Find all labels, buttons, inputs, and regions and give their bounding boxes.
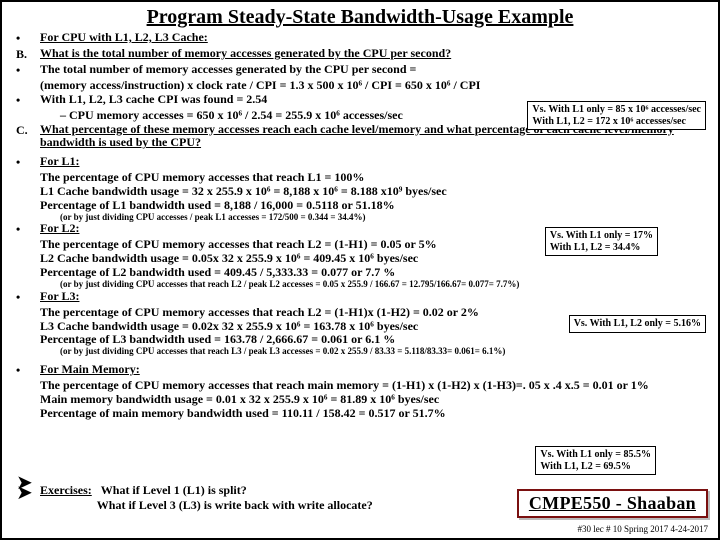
row-l3: • For L3: <box>12 290 708 305</box>
vs-l1-l2-only-pct: Vs. With L1, L2 only = 5.16% <box>574 318 701 330</box>
exercises-block: Exercises: What if Level 1 (L1) is split… <box>40 483 373 512</box>
l1-heading: For L1: <box>40 155 708 169</box>
label-b: B. <box>12 47 40 62</box>
l1-bandwidth: L1 Cache bandwidth usage = 32 x 255.9 x … <box>40 185 708 199</box>
l1-alt-calc: (or by just dividing CPU accesses / peak… <box>60 213 708 223</box>
slide-meta: #30 lec # 10 Spring 2017 4-24-2017 <box>578 524 709 534</box>
l3-alt-calc: (or by just dividing CPU accesses that r… <box>60 347 708 357</box>
l2-bandwidth-pct: Percentage of L2 bandwidth used = 409.45… <box>40 266 708 280</box>
main-memory-heading: For Main Memory: <box>40 363 708 377</box>
vs-mm-l1-only: Vs. With L1 only = 85.5% <box>540 449 651 461</box>
row-total-accesses: • The total number of memory accesses ge… <box>12 63 708 78</box>
vs-mm-l1-l2: With L1, L2 = 69.5% <box>540 461 651 473</box>
row-l1: • For L1: <box>12 155 708 170</box>
cpu-cache-heading: For CPU with L1, L2, L3 Cache: <box>40 31 708 45</box>
bullet: • <box>12 31 40 46</box>
l3-bandwidth-pct: Percentage of L3 bandwidth used = 163.78… <box>40 333 708 347</box>
vs-box-mm-pct: Vs. With L1 only = 85.5% With L1, L2 = 6… <box>535 446 656 475</box>
l1-percent: The percentage of CPU memory accesses th… <box>40 171 708 185</box>
main-memory-bandwidth-pct: Percentage of main memory bandwidth used… <box>40 407 708 421</box>
question-b-text: What is the total number of memory acces… <box>40 47 708 61</box>
bullet: • <box>12 93 40 108</box>
l1-bandwidth-pct: Percentage of L1 bandwidth used = 8,188 … <box>40 199 708 213</box>
row-main-memory: • For Main Memory: <box>12 363 708 378</box>
total-accesses-formula: (memory access/instruction) x clock rate… <box>40 79 708 93</box>
exercises-label: Exercises: <box>40 483 92 497</box>
vs-l1-l2-pct: With L1, L2 = 34.4% <box>550 242 653 254</box>
exercise-2: What if Level 3 (L3) is write back with … <box>97 498 373 512</box>
main-memory-percent: The percentage of CPU memory accesses th… <box>40 379 708 393</box>
vs-l1-l2-accesses: With L1, L2 = 172 x 10⁶ accesses/sec <box>532 116 701 128</box>
label-c: C. <box>12 123 40 138</box>
exercise-1: What if Level 1 (L1) is split? <box>101 483 247 497</box>
course-brand: CMPE550 - Shaaban <box>517 489 708 518</box>
vs-box-l2-pct: Vs. With L1, L2 only = 5.16% <box>569 315 706 333</box>
row-question-b: B. What is the total number of memory ac… <box>12 47 708 62</box>
l3-heading: For L3: <box>40 290 708 304</box>
bullet: • <box>12 363 40 378</box>
page-title: Program Steady-State Bandwidth-Usage Exa… <box>12 6 708 29</box>
vs-box-accesses: Vs. With L1 only = 85 x 10⁶ accesses/sec… <box>527 101 706 130</box>
bullet: • <box>12 155 40 170</box>
arrow-icon: ➤➤ <box>16 478 33 498</box>
bullet: • <box>12 290 40 305</box>
slide: Program Steady-State Bandwidth-Usage Exa… <box>0 0 720 540</box>
main-memory-bandwidth: Main memory bandwidth usage = 0.01 x 32 … <box>40 393 708 407</box>
bullet: • <box>12 63 40 78</box>
vs-box-l1-pct: Vs. With L1 only = 17% With L1, L2 = 34.… <box>545 227 658 256</box>
bullet: • <box>12 222 40 237</box>
vs-l1-only-pct: Vs. With L1 only = 17% <box>550 230 653 242</box>
row-cpu-heading: • For CPU with L1, L2, L3 Cache: <box>12 31 708 46</box>
vs-l1-only-accesses: Vs. With L1 only = 85 x 10⁶ accesses/sec <box>532 104 701 116</box>
total-accesses-text: The total number of memory accesses gene… <box>40 63 708 77</box>
l2-alt-calc: (or by just dividing CPU accesses that r… <box>60 280 708 290</box>
